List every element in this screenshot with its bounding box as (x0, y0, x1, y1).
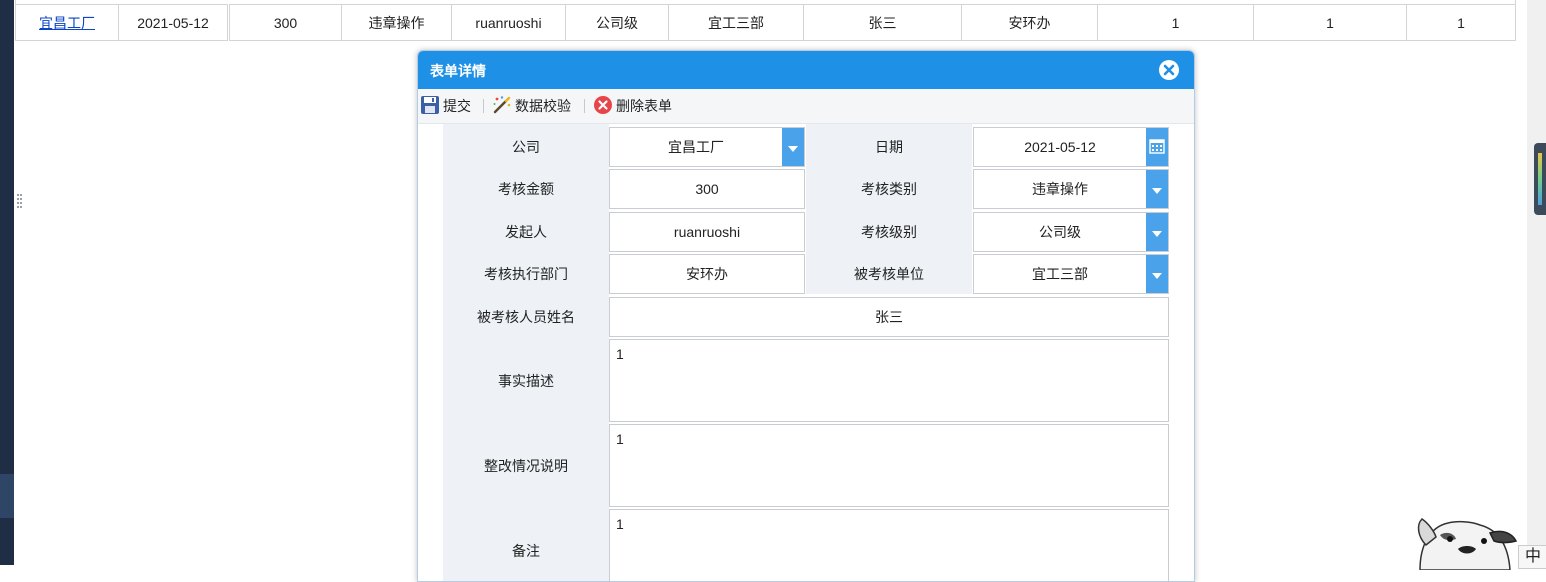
level-label: 考核级别 (806, 212, 972, 252)
save-icon (420, 95, 443, 118)
company-value: 宜昌工厂 (668, 139, 724, 155)
toolbar-divider (584, 99, 585, 113)
exec-dept-field[interactable]: 安环办 (609, 254, 805, 294)
left-nav-strip (0, 0, 14, 565)
exec-dept-label: 考核执行部门 (443, 254, 609, 294)
cell-person: 张三 (803, 4, 962, 41)
cell-date: 2021-05-12 (118, 4, 229, 41)
cell-initiator: ruanruoshi (451, 4, 566, 41)
cell-col12: 1 (1406, 4, 1516, 41)
fact-textarea[interactable]: 1 (609, 339, 1169, 422)
validate-label: 数据校验 (515, 98, 571, 114)
date-label: 日期 (806, 127, 972, 167)
side-widget-level-bar (1538, 153, 1542, 205)
rectify-label: 整改情况说明 (443, 424, 609, 507)
person-field[interactable]: 张三 (609, 297, 1169, 337)
level-value: 公司级 (1039, 224, 1081, 240)
fact-label: 事实描述 (443, 339, 609, 422)
cell-unit: 宜工三部 (668, 4, 804, 41)
resize-grip[interactable] (17, 194, 23, 213)
remark-textarea[interactable]: 1 (609, 509, 1169, 581)
company-select[interactable]: 宜昌工厂 (609, 127, 805, 167)
date-picker-button[interactable] (1146, 128, 1168, 166)
unit-dropdown-button[interactable] (1146, 255, 1168, 293)
unit-label: 被考核单位 (806, 254, 972, 294)
date-value: 2021-05-12 (1024, 139, 1096, 155)
level-dropdown-button[interactable] (1146, 213, 1168, 251)
delete-form-button[interactable]: 删除表单 (593, 95, 672, 118)
unit-select[interactable]: 宜工三部 (973, 254, 1169, 294)
magic-wand-icon (492, 95, 515, 118)
unit-value: 宜工三部 (1032, 266, 1088, 282)
rectify-textarea[interactable]: 1 (609, 424, 1169, 507)
cell-level: 公司级 (565, 4, 669, 41)
level-select[interactable]: 公司级 (973, 212, 1169, 252)
dialog-header: 表单详情 (418, 51, 1194, 89)
caret-down-icon (1152, 266, 1162, 282)
side-widget-tab[interactable] (1534, 143, 1546, 215)
company-dropdown-button[interactable] (782, 128, 804, 166)
toolbar-divider (483, 99, 484, 113)
dialog-toolbar: 提交 数据校验 删除表单 (418, 89, 1194, 124)
amount-field[interactable]: 300 (609, 169, 805, 209)
form-detail-dialog: 表单详情 提交 数据校验 删除表单 公司 宜昌工厂 日期 2021-05-12 … (417, 50, 1195, 582)
left-nav-active-item[interactable] (0, 474, 14, 518)
submit-label: 提交 (443, 98, 471, 114)
remark-label: 备注 (443, 509, 609, 581)
initiator-label: 发起人 (443, 212, 609, 252)
detail-form: 公司 宜昌工厂 日期 2021-05-12 考核金额 300 考核类别 违章操作… (443, 124, 1169, 581)
cell-exec-dept: 安环办 (961, 4, 1098, 41)
dog-mascot-icon[interactable] (1410, 515, 1520, 570)
dialog-title: 表单详情 (430, 63, 486, 79)
date-field[interactable]: 2021-05-12 (973, 127, 1169, 167)
page-scrollbar[interactable] (1527, 0, 1546, 565)
calendar-icon (1149, 138, 1165, 157)
delete-icon (593, 95, 616, 118)
records-table: 宜昌工厂 2021-05-12 300 违章操作 ruanruoshi 公司级 … (15, 0, 1516, 41)
close-icon[interactable] (1158, 59, 1180, 81)
submit-button[interactable]: 提交 (420, 95, 471, 118)
type-select[interactable]: 违章操作 (973, 169, 1169, 209)
person-label: 被考核人员姓名 (443, 297, 609, 337)
company-label: 公司 (443, 127, 609, 167)
caret-down-icon (1152, 224, 1162, 240)
caret-down-icon (1152, 181, 1162, 197)
amount-label: 考核金额 (443, 169, 609, 209)
caret-down-icon (788, 139, 798, 155)
table-row[interactable]: 宜昌工厂 2021-05-12 300 违章操作 ruanruoshi 公司级 … (15, 4, 1516, 41)
company-link[interactable]: 宜昌工厂 (15, 4, 119, 41)
cell-type: 违章操作 (341, 4, 452, 41)
cell-col10: 1 (1097, 4, 1254, 41)
initiator-field[interactable]: ruanruoshi (609, 212, 805, 252)
delete-label: 删除表单 (616, 98, 672, 114)
ime-indicator[interactable]: 中 (1518, 545, 1546, 569)
cell-col11: 1 (1253, 4, 1407, 41)
type-value: 违章操作 (1032, 181, 1088, 197)
type-dropdown-button[interactable] (1146, 170, 1168, 208)
cell-amount: 300 (227, 4, 342, 41)
validate-button[interactable]: 数据校验 (492, 95, 571, 118)
type-label: 考核类别 (806, 169, 972, 209)
